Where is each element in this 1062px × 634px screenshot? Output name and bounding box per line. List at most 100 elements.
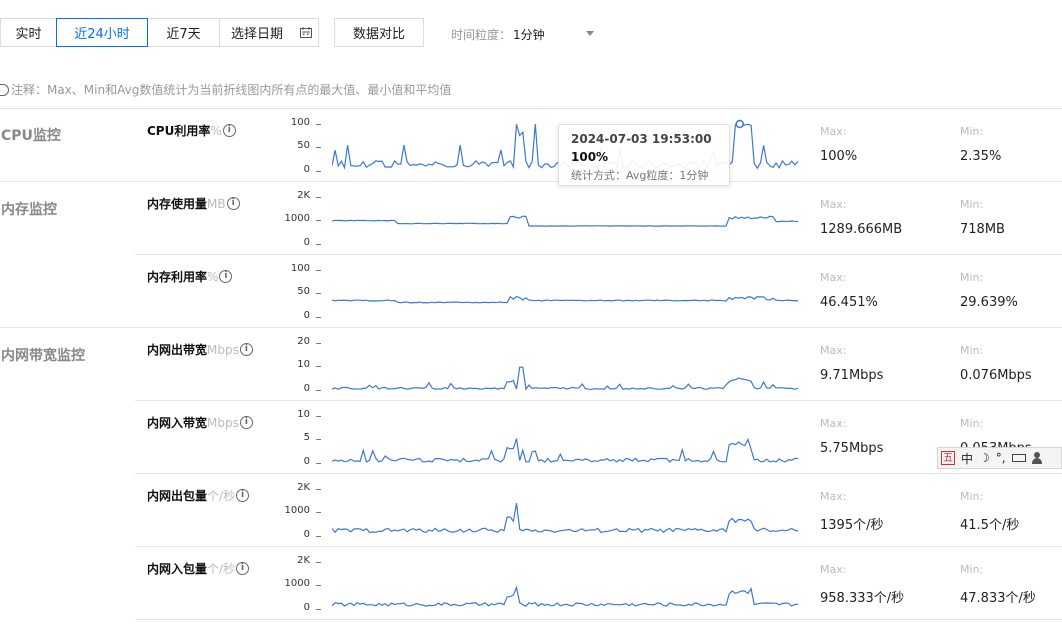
last-24h-button[interactable]: 近24小时 (56, 18, 148, 47)
y-tick-mark (316, 270, 321, 271)
info-icon (0, 83, 9, 96)
metric-row: 内网出带宽 Mbps i 20 10 0 Max: 9.71Mbps Min: 0.076Mbps (135, 327, 1062, 400)
metric-name: 内存利用率 (147, 270, 208, 284)
metric-unit: % (210, 123, 222, 138)
y-tick-label: 100 (290, 263, 310, 274)
info-icon[interactable]: i (239, 343, 253, 356)
y-tick-label: 2K (297, 190, 310, 201)
y-tick-label: 0 (303, 237, 310, 248)
metric-line-chart[interactable] (332, 257, 798, 319)
max-value: 100% (820, 149, 858, 164)
last-7d-button[interactable]: 近7天 (147, 18, 220, 47)
metric-label: 内网出带宽 Mbps i (147, 341, 253, 358)
y-tick-mark (316, 609, 321, 610)
metric-row: 内存利用率% i 100 50 0 Max: 46.451% Min: 29.639% (135, 254, 1062, 327)
metric-unit: Mbps (207, 415, 239, 430)
min-label: Min: (960, 271, 984, 284)
metric-name: 内网出包量 (147, 489, 208, 503)
info-icon[interactable]: i (239, 416, 253, 429)
min-label: Min: (960, 125, 984, 138)
min-label: Min: (960, 563, 984, 576)
y-tick-mark (316, 124, 321, 125)
y-tick-label: 0 (303, 529, 310, 540)
y-tick-mark (316, 439, 321, 440)
metric-line-chart[interactable] (332, 403, 798, 465)
y-tick-mark (316, 317, 321, 318)
data-compare-button[interactable]: 数据对比 (334, 18, 424, 47)
y-tick-mark (316, 562, 321, 563)
metric-line-chart[interactable] (332, 184, 798, 246)
metric-name: CPU利用率 (147, 124, 211, 138)
max-value: 1395个/秒 (820, 518, 884, 533)
y-tick-label: 50 (297, 286, 310, 297)
min-label: Min: (960, 417, 984, 430)
metric-line-chart[interactable] (332, 476, 798, 538)
user-icon[interactable] (1031, 452, 1042, 464)
y-tick-mark (316, 366, 321, 367)
y-tick-label: 2K (297, 555, 310, 566)
info-icon[interactable]: i (222, 124, 236, 137)
realtime-button[interactable]: 实时 (0, 18, 57, 47)
chevron-down-icon[interactable] (586, 31, 594, 36)
max-label: Max: (820, 198, 847, 211)
time-range-toolbar: 实时 近24小时 近7天 选择日期 数据对比 时间粒度： 1分钟 (0, 18, 1062, 49)
y-tick-label: 1000 (284, 505, 310, 516)
y-tick-label: 1000 (284, 578, 310, 589)
ime-mode-toggle[interactable]: 中 (961, 450, 973, 467)
series-line (332, 215, 798, 227)
section-title-cpu: CPU监控 (1, 128, 61, 144)
series-line (332, 295, 798, 304)
info-icon[interactable]: i (226, 197, 240, 210)
ime-logo-icon: 五 (941, 451, 955, 465)
max-value: 958.333个/秒 (820, 591, 905, 606)
max-label: Max: (820, 271, 847, 284)
y-tick-label: 20 (297, 336, 310, 347)
tooltip-stat: 统计方式：Avg粒度：1分钟 (571, 169, 709, 182)
min-label: Min: (960, 198, 984, 211)
stats-note-text: 注释：Max、Min和Avg数值统计为当前折线图内所有点的最大值、最小值和平均值 (11, 83, 452, 97)
chart-svg (332, 366, 798, 391)
info-icon[interactable]: i (236, 489, 250, 502)
y-tick-mark (316, 147, 321, 148)
y-tick-label: 10 (297, 409, 310, 420)
date-picker-label: 选择日期 (231, 27, 284, 42)
ime-moon-icon[interactable]: ☽ (979, 451, 990, 465)
tooltip-time: 2024-07-03 19:53:00 (571, 132, 712, 146)
chart-svg (332, 437, 798, 463)
max-value: 1289.666MB (820, 222, 903, 237)
y-tick-label: 5 (303, 432, 310, 443)
granularity-select[interactable]: 1分钟 (513, 26, 545, 43)
metric-name: 内网入包量 (147, 562, 208, 576)
metric-label: 内网入带宽 Mbps i (147, 414, 253, 431)
y-tick-mark (316, 463, 321, 464)
info-icon[interactable]: i (236, 562, 250, 575)
max-value: 46.451% (820, 295, 878, 310)
series-line (332, 366, 798, 391)
y-tick-mark (316, 244, 321, 245)
y-tick-label: 10 (297, 359, 310, 370)
y-tick-label: 100 (290, 117, 310, 128)
y-tick-mark (316, 197, 321, 198)
metric-row: 内网入包量 个/秒 i 2K 1000 0 Max: 958.333个/秒 Min: 47.833… (135, 546, 1062, 619)
y-tick-mark (316, 343, 321, 344)
metric-unit: Mbps (207, 342, 239, 357)
metric-line-chart[interactable] (332, 330, 798, 392)
metric-line-chart[interactable] (332, 549, 798, 611)
metric-label: 内网入包量 个/秒 i (147, 560, 250, 577)
y-tick-label: 0 (303, 602, 310, 613)
y-tick-label: 0 (303, 310, 310, 321)
ime-toolbar[interactable]: 五 中 ☽ °, (937, 447, 1062, 469)
chart-svg (332, 295, 798, 304)
keyboard-icon[interactable] (1011, 454, 1026, 462)
y-tick-label: 0 (303, 383, 310, 394)
info-icon[interactable]: i (219, 270, 233, 283)
min-value: 47.833个/秒 (960, 591, 1036, 606)
max-value: 5.75Mbps (820, 441, 884, 456)
y-tick-mark (316, 512, 321, 513)
chart-svg (332, 585, 798, 607)
ime-punct-toggle[interactable]: °, (996, 451, 1006, 465)
metric-name: 内网入带宽 (147, 416, 208, 430)
date-picker[interactable]: 选择日期 (219, 18, 319, 47)
metric-name: 内网出带宽 (147, 343, 208, 357)
y-tick-mark (316, 220, 321, 221)
